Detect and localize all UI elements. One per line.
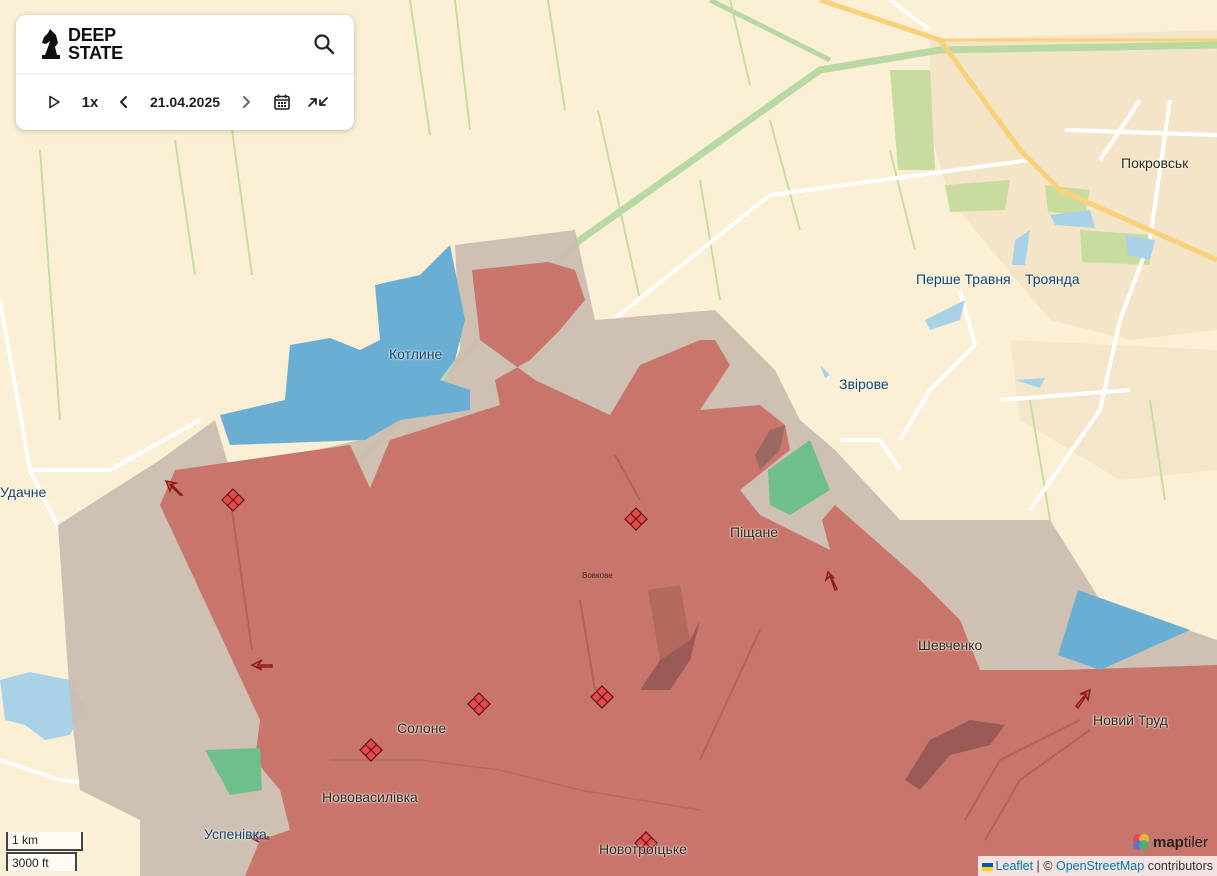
compare-button[interactable]	[306, 90, 330, 114]
chevron-left-icon	[120, 96, 127, 108]
control-panel: DEEP STATE 1x 21.04.2025	[16, 15, 354, 130]
place-label-shevchenko: Шевченко	[918, 637, 983, 653]
current-date[interactable]: 21.04.2025	[144, 90, 226, 114]
speed-button[interactable]: 1x	[78, 90, 102, 114]
maptiler-logo-text: maptiler	[1153, 833, 1209, 851]
place-label-pishchane: Піщане	[730, 524, 778, 540]
play-icon	[49, 95, 60, 109]
brand-logo[interactable]: DEEP STATE	[38, 26, 123, 62]
knight-logo-icon	[42, 29, 60, 59]
search-icon	[314, 34, 335, 55]
next-date-button[interactable]	[236, 90, 256, 114]
place-label-novovasylivka: Нововасилівка	[322, 789, 418, 805]
brand-name: DEEP STATE	[68, 26, 123, 62]
attribution-suffix: contributors	[1144, 859, 1213, 873]
map-attribution: Leaflet | © OpenStreetMap contributors	[977, 856, 1217, 876]
collapse-icon	[308, 97, 328, 107]
maptiler-logo-icon	[1133, 834, 1149, 850]
attribution-separator: | ©	[1033, 859, 1056, 873]
brand-line-1: DEEP	[68, 25, 116, 45]
osm-link[interactable]: OpenStreetMap	[1056, 859, 1144, 873]
place-label-pokrovsk: Покровськ	[1121, 155, 1189, 171]
maptiler-logo[interactable]: maptiler	[1131, 832, 1208, 852]
leaflet-link[interactable]: Leaflet	[996, 859, 1034, 873]
calendar-button[interactable]	[271, 90, 293, 114]
place-label-pershe-travnia: Перше Травня	[916, 271, 1011, 287]
map-canvas[interactable]	[0, 0, 1217, 876]
place-label-novotroitske: Новотроїцьке	[599, 841, 687, 857]
scale-bar-imperial: 3000 ft	[6, 852, 77, 871]
panel-header: DEEP STATE	[16, 15, 354, 74]
play-button[interactable]	[44, 90, 64, 114]
chevron-right-icon	[243, 96, 250, 108]
scale-bar-metric: 1 km	[6, 832, 83, 851]
place-label-udachne: Удачне	[0, 484, 47, 500]
place-label-zvirove: Звірове	[839, 376, 889, 392]
place-label-vovkove: Вовкове	[582, 571, 613, 580]
calendar-icon	[274, 94, 290, 110]
previous-date-button[interactable]	[114, 90, 134, 114]
place-label-troianda: Троянда	[1025, 271, 1080, 287]
place-label-solone: Солоне	[397, 720, 447, 736]
brand-line-2: STATE	[68, 43, 123, 63]
place-label-novyi-trud: Новий Труд	[1093, 712, 1168, 728]
timeline-controls: 1x 21.04.2025	[16, 74, 354, 130]
place-label-uspenivka: Успенівка	[204, 826, 267, 842]
search-button[interactable]	[312, 32, 336, 56]
ukraine-flag-icon	[981, 862, 993, 871]
place-label-kotlyne: Котлине	[389, 346, 443, 362]
